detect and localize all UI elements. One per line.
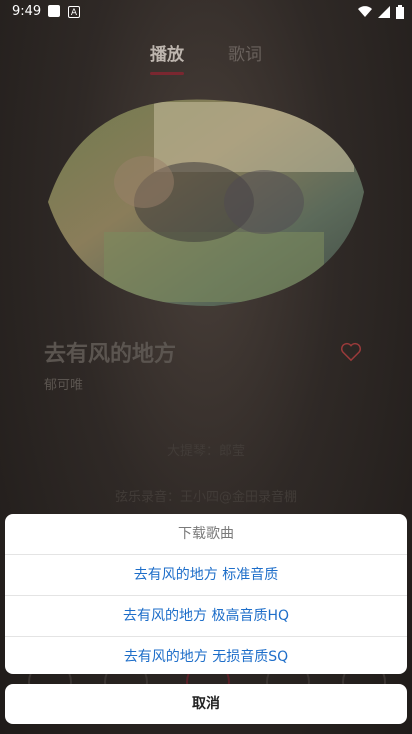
download-option-hq[interactable]: 去有风的地方 极高音质HQ (5, 596, 407, 637)
status-time: 9:49 (12, 4, 42, 19)
song-artist[interactable]: 郁可唯 (44, 374, 83, 393)
album-cover[interactable] (44, 92, 368, 312)
download-sheet: 下载歌曲 去有风的地方 标准音质 去有风的地方 极高音质HQ 去有风的地方 无损… (5, 514, 407, 674)
tab-play[interactable]: 播放 (150, 40, 184, 75)
notification-icon (48, 5, 60, 17)
font-notification-icon: A (68, 6, 80, 18)
wifi-icon (358, 6, 372, 18)
tab-lyrics[interactable]: 歌词 (228, 40, 262, 75)
player-tabs: 播放 歌词 (0, 40, 412, 75)
signal-icon (378, 6, 390, 18)
battery-icon (396, 5, 404, 19)
lyric-line-current: 弦乐录音：王小四@金田录音棚 (114, 490, 297, 505)
status-icons (358, 5, 404, 19)
song-title: 去有风的地方 (44, 342, 177, 367)
status-bar: 9:49 A (0, 0, 412, 24)
download-sheet-title: 下载歌曲 (5, 514, 407, 555)
download-option-standard[interactable]: 去有风的地方 标准音质 (5, 555, 407, 596)
cancel-button[interactable]: 取消 (5, 684, 407, 724)
heart-icon[interactable] (340, 342, 362, 362)
download-option-sq[interactable]: 去有风的地方 无损音质SQ (5, 637, 407, 674)
lyric-line: 大提琴：郎莹 (166, 444, 245, 459)
